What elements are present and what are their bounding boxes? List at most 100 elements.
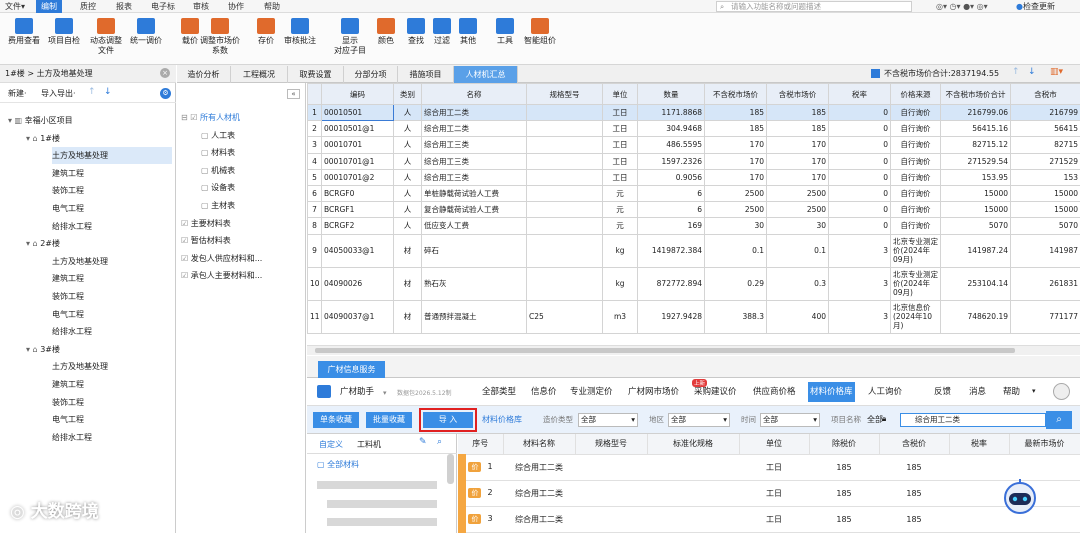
tree-building[interactable]: ▾ ⌂ 2#楼 xyxy=(26,235,60,252)
toolbar-button-1[interactable]: 项目自检 xyxy=(44,16,84,46)
table-cell[interactable]: 2 xyxy=(307,120,322,138)
table-cell[interactable]: 2500 xyxy=(766,201,829,219)
table-cell[interactable] xyxy=(526,233,603,268)
table-cell[interactable]: 5070 xyxy=(940,217,1011,235)
nav-supplier-price[interactable]: 供应商价格 xyxy=(753,386,796,398)
table-cell[interactable]: 工日 xyxy=(739,454,809,481)
toolbar-button-3[interactable]: 统一调价 xyxy=(126,16,166,46)
table-cell[interactable]: 4 xyxy=(307,152,322,170)
tree-item[interactable]: 电气工程 xyxy=(52,411,84,428)
table-cell[interactable]: 304.9468 xyxy=(637,120,705,138)
table-cell[interactable]: 综合用工二类 xyxy=(503,454,575,481)
table-cell[interactable]: 人 xyxy=(393,201,422,219)
table-cell[interactable]: 00010501 xyxy=(321,103,394,122)
table-cell[interactable]: 185 xyxy=(879,506,949,533)
tab-info-service[interactable]: 广材信息服务 xyxy=(318,361,385,378)
tree-item[interactable]: 装饰工程 xyxy=(52,182,84,199)
toolbar-button-7[interactable]: 审核批注 xyxy=(280,16,320,46)
table-cell[interactable] xyxy=(526,201,603,219)
table-cell[interactable]: 0 xyxy=(828,120,891,138)
tree-item[interactable]: 电气工程 xyxy=(52,200,84,217)
column-header[interactable]: 类别 xyxy=(393,83,422,105)
guangcai-dropdown-icon[interactable]: ▾ xyxy=(383,389,387,397)
table-cell[interactable]: 北京专业测定价(2024年09月) xyxy=(890,266,941,301)
table-cell[interactable]: 人 xyxy=(393,120,422,138)
table-cell[interactable] xyxy=(575,480,647,507)
headset-icon[interactable]: ◎▾ ◷▾ ●▾ ◎▾ xyxy=(936,0,988,13)
tree-item[interactable]: 土方及地基处理 xyxy=(52,253,108,270)
avatar[interactable] xyxy=(1053,383,1070,400)
table-cell[interactable]: 153 xyxy=(1010,168,1080,186)
table-cell[interactable]: 1171.8868 xyxy=(637,103,705,122)
table-cell[interactable] xyxy=(526,152,603,170)
column-header[interactable]: 含税市 xyxy=(1010,83,1080,105)
table-cell[interactable]: 人 xyxy=(393,168,422,186)
table-cell[interactable]: 15000 xyxy=(1010,184,1080,203)
table-cell[interactable]: 综合用工二类 xyxy=(503,506,575,533)
table-cell[interactable]: 自行询价 xyxy=(890,120,941,138)
nav-market-price[interactable]: 广材网市场价 xyxy=(628,386,679,398)
table-cell[interactable]: 170 xyxy=(766,152,829,170)
table-cell[interactable]: 2500 xyxy=(704,184,767,203)
table-row[interactable]: 6 BCRGF0 人单桩静载荷试验人工费元 6 2500 2500 0 自行询价 15000 15… xyxy=(307,184,1080,203)
column-header[interactable]: 含税价 xyxy=(879,434,950,455)
batch-favorite-button[interactable]: 批量收藏 xyxy=(366,412,412,428)
table-cell[interactable]: 04090037@1 xyxy=(321,299,394,334)
table-cell[interactable]: 0 xyxy=(828,184,891,203)
tab-fee-settings[interactable]: 取费设置 xyxy=(288,66,344,83)
table-cell[interactable]: 材 xyxy=(393,233,422,268)
column-header[interactable]: 标准化规格 xyxy=(647,434,740,455)
table-cell[interactable]: 6 xyxy=(307,184,322,203)
table-row[interactable]: 7 BCRGF1 人复合静载荷试验人工费元 6 2500 2500 0 自行询价 15000 15… xyxy=(307,201,1080,219)
table-row[interactable]: 4 00010701@1 人综合用工三类 工日 1597.2326 170 170 0 自行询价… xyxy=(307,152,1080,170)
table-cell[interactable]: BCRGF1 xyxy=(321,201,394,219)
table-cell[interactable]: 人 xyxy=(393,184,422,203)
nav-pro-price[interactable]: 专业测定价 xyxy=(570,386,613,398)
table-cell[interactable]: 271529.54 xyxy=(940,152,1011,170)
tree-item[interactable]: 土方及地基处理 xyxy=(52,147,172,165)
table-row[interactable]: 9 04050033@1 材碎石 kg 1419872.384 0.1 0.1 3 北京专业测定… xyxy=(307,233,1080,268)
tab-labor-material[interactable]: 人材机汇总 xyxy=(454,66,518,83)
table-cell[interactable]: 185 xyxy=(766,120,829,138)
table-cell[interactable]: 15000 xyxy=(940,201,1011,219)
table-cell[interactable]: 1597.2326 xyxy=(637,152,705,170)
table-cell[interactable]: 400 xyxy=(766,299,829,334)
scrollbar-thumb[interactable] xyxy=(315,348,1015,353)
table-cell[interactable]: 00010501@1 xyxy=(321,120,394,138)
search-icon[interactable]: ⌕ xyxy=(437,437,442,447)
table-cell[interactable] xyxy=(647,480,739,507)
table-cell[interactable]: 00010701@2 xyxy=(321,168,394,186)
column-header[interactable]: 序号 xyxy=(458,434,504,455)
time-select[interactable]: 全部 ▾ xyxy=(760,413,820,427)
table-cell[interactable]: 0.9056 xyxy=(637,168,705,186)
single-favorite-button[interactable]: 单条收藏 xyxy=(313,412,359,428)
column-header[interactable]: 不含税市场价 xyxy=(704,83,767,105)
table-cell[interactable]: 元 xyxy=(602,217,638,235)
table-cell[interactable]: 3 xyxy=(828,233,891,268)
toolbar-button-0[interactable]: 费用查看 xyxy=(4,16,44,46)
table-cell[interactable]: 综合用工二类 xyxy=(421,103,527,122)
material-tree-group[interactable]: ☑ 承包人主要材料和... xyxy=(181,267,262,284)
table-cell[interactable]: 低应变人工费 xyxy=(421,217,527,235)
project-name-select[interactable]: 全部 xyxy=(867,414,883,425)
menu-report[interactable]: 报表 xyxy=(116,0,132,13)
table-row[interactable]: 8 BCRGF2 人低应变人工费元 169 30 30 0 自行询价 5070 5070 xyxy=(307,217,1080,235)
edit-icon[interactable]: ✎ xyxy=(419,437,427,447)
table-cell[interactable]: m3 xyxy=(602,299,638,334)
table-cell[interactable]: 872772.894 xyxy=(637,266,705,301)
table-cell[interactable]: 自行询价 xyxy=(890,152,941,170)
nav-material-library[interactable]: 材料价格库 xyxy=(808,382,855,402)
table-cell[interactable]: 82715.12 xyxy=(940,136,1011,154)
table-cell[interactable]: 综合用工二类 xyxy=(421,120,527,138)
table-cell[interactable]: 3 xyxy=(307,136,322,154)
tree-item[interactable]: 建筑工程 xyxy=(52,165,84,182)
table-cell[interactable]: 271529 xyxy=(1010,152,1080,170)
nav-purchase-price[interactable]: 采购建议价 xyxy=(694,386,737,398)
table-cell[interactable]: 3 xyxy=(828,299,891,334)
table-cell[interactable]: 11 xyxy=(307,299,322,334)
table-cell[interactable]: 综合用工三类 xyxy=(421,168,527,186)
table-cell[interactable]: 自行询价 xyxy=(890,184,941,203)
tree-item[interactable]: 给排水工程 xyxy=(52,218,92,235)
table-cell[interactable] xyxy=(526,184,603,203)
table-cell[interactable]: 185 xyxy=(809,506,879,533)
